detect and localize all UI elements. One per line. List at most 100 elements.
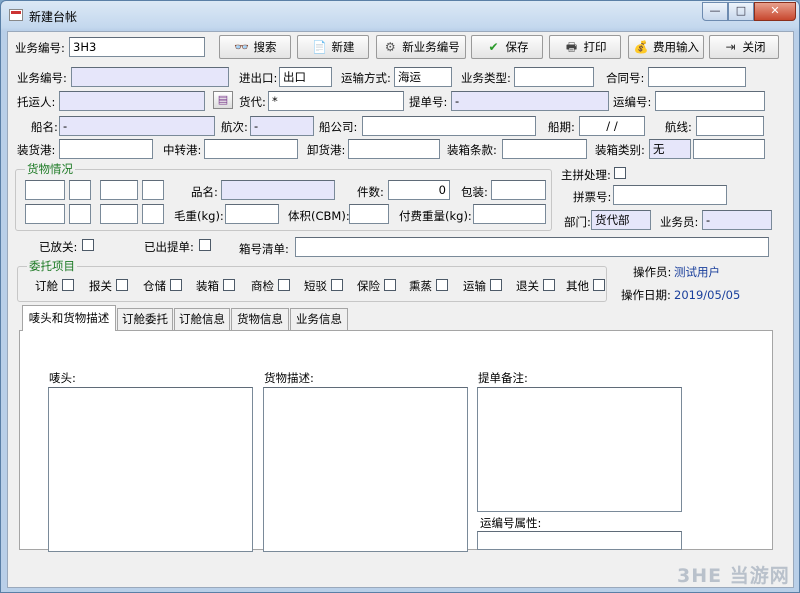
route-label: 航线: bbox=[665, 120, 692, 134]
entrust-item-label: 订舱 bbox=[35, 279, 58, 293]
biz-type-label: 业务类型: bbox=[461, 71, 511, 85]
container-list-field[interactable] bbox=[295, 237, 769, 257]
contact-card-icon[interactable]: ▤ bbox=[213, 91, 233, 109]
entrust-item-checkbox[interactable] bbox=[543, 279, 555, 291]
biz-type-field[interactable] bbox=[514, 67, 594, 87]
close-window-button[interactable]: ✕ bbox=[754, 2, 796, 21]
discharge-port-label: 卸货港: bbox=[307, 143, 346, 157]
entrust-item-label: 熏蒸 bbox=[409, 279, 432, 293]
packing-type-label: 装箱类别: bbox=[595, 143, 645, 157]
cargo-box-3[interactable] bbox=[100, 180, 138, 200]
transit-port-field[interactable] bbox=[204, 139, 298, 159]
cargo-box-5[interactable] bbox=[25, 204, 65, 224]
volume-field[interactable] bbox=[349, 204, 389, 224]
product-name-field[interactable] bbox=[221, 180, 335, 200]
entrust-item-label: 报关 bbox=[89, 279, 112, 293]
cargo-box-8[interactable] bbox=[142, 204, 164, 224]
shipping-co-label: 船公司: bbox=[319, 120, 358, 134]
entrust-item-checkbox[interactable] bbox=[384, 279, 396, 291]
marks-label: 唛头: bbox=[49, 371, 76, 385]
entrust-item-checkbox[interactable] bbox=[278, 279, 290, 291]
transport-attr-field[interactable] bbox=[477, 531, 682, 550]
transit-port-label: 中转港: bbox=[163, 143, 202, 157]
cargo-box-7[interactable] bbox=[100, 204, 138, 224]
voyage-field[interactable]: - bbox=[250, 116, 314, 136]
exit-door-icon: ⇥ bbox=[725, 40, 736, 54]
gears-icon: ⚙ bbox=[384, 40, 396, 54]
entrust-item-label: 装箱 bbox=[196, 279, 219, 293]
shipper-field[interactable] bbox=[59, 91, 205, 111]
bl-no-field[interactable]: - bbox=[451, 91, 609, 111]
transport-field[interactable]: 海运 bbox=[394, 67, 452, 87]
desc-textarea[interactable] bbox=[263, 387, 468, 552]
minimize-button[interactable]: — bbox=[702, 2, 728, 21]
charge-weight-field[interactable] bbox=[473, 204, 546, 224]
import-export-label: 进出口: bbox=[239, 71, 278, 85]
forwarder-field[interactable]: * bbox=[268, 91, 404, 111]
shipping-co-field[interactable] bbox=[362, 116, 536, 136]
sail-date-field[interactable]: / / bbox=[579, 116, 645, 136]
voyage-label: 航次: bbox=[221, 120, 248, 134]
new-button-label: 新建 bbox=[331, 40, 355, 54]
tab-biz-info[interactable]: 业务信息 bbox=[290, 308, 348, 330]
tab-cargo-info[interactable]: 货物信息 bbox=[231, 308, 289, 330]
toolbar-biz-no-input[interactable]: 3H3 bbox=[69, 37, 205, 57]
bl-issued-checkbox[interactable] bbox=[199, 239, 211, 251]
entrust-item-checkbox[interactable] bbox=[170, 279, 182, 291]
vessel-field[interactable]: - bbox=[59, 116, 215, 136]
discharge-port-field[interactable] bbox=[348, 139, 440, 159]
cargo-box-1[interactable] bbox=[25, 180, 65, 200]
packing-label: 包装: bbox=[461, 185, 488, 199]
bl-remark-textarea[interactable] bbox=[477, 387, 682, 512]
consol-ticket-field[interactable] bbox=[613, 185, 727, 205]
title-bar[interactable]: 新建台帐 — □ ✕ bbox=[1, 1, 799, 31]
pieces-field[interactable]: 0 bbox=[388, 180, 450, 200]
released-checkbox[interactable] bbox=[82, 239, 94, 251]
money-bag-icon: 💰 bbox=[633, 40, 649, 54]
tab-booking-entrust[interactable]: 订舱委托 bbox=[117, 308, 173, 330]
sail-date-label: 船期: bbox=[548, 120, 575, 134]
cargo-box-2[interactable] bbox=[69, 180, 91, 200]
entrust-item-checkbox[interactable] bbox=[490, 279, 502, 291]
contract-no-field[interactable] bbox=[648, 67, 746, 87]
entrust-item-checkbox[interactable] bbox=[593, 279, 605, 291]
master-consol-checkbox[interactable] bbox=[614, 167, 626, 179]
transport-no-field[interactable] bbox=[655, 91, 765, 111]
packing-terms-field[interactable] bbox=[502, 139, 587, 159]
search-button[interactable]: 👓 搜索 bbox=[219, 35, 291, 59]
dept-label: 部门: bbox=[564, 215, 591, 229]
entrust-item-checkbox[interactable] bbox=[116, 279, 128, 291]
print-button[interactable]: 🖶 打印 bbox=[549, 35, 621, 59]
entrust-item-checkbox[interactable] bbox=[62, 279, 74, 291]
cargo-box-6[interactable] bbox=[69, 204, 91, 224]
loading-port-label: 装货港: bbox=[17, 143, 56, 157]
fee-input-label: 费用输入 bbox=[653, 40, 699, 54]
cargo-box-4[interactable] bbox=[142, 180, 164, 200]
salesman-field[interactable]: - bbox=[702, 210, 772, 230]
route-field[interactable] bbox=[696, 116, 764, 136]
packing-type-field[interactable]: 无 bbox=[649, 139, 691, 159]
app-window: 新建台帐 — □ ✕ 业务编号: 3H3 👓 搜索 📄 新建 ⚙ 新业务编号 ✔… bbox=[0, 0, 800, 593]
tab-marks-desc[interactable]: 唛头和货物描述 bbox=[22, 305, 116, 331]
toolbar-biz-no-label: 业务编号: bbox=[15, 41, 65, 55]
loading-port-field[interactable] bbox=[59, 139, 153, 159]
entrust-item-checkbox[interactable] bbox=[223, 279, 235, 291]
close-button[interactable]: ⇥ 关闭 bbox=[709, 35, 779, 59]
entrust-item-checkbox[interactable] bbox=[331, 279, 343, 291]
new-biz-no-button[interactable]: ⚙ 新业务编号 bbox=[376, 35, 466, 59]
fee-input-button[interactable]: 💰 费用输入 bbox=[628, 35, 704, 59]
salesman-label: 业务员: bbox=[660, 215, 699, 229]
biz-no-field[interactable] bbox=[71, 67, 229, 87]
packing-field[interactable] bbox=[491, 180, 546, 200]
marks-textarea[interactable] bbox=[48, 387, 253, 552]
import-export-field[interactable]: 出口 bbox=[279, 67, 332, 87]
new-button[interactable]: 📄 新建 bbox=[297, 35, 369, 59]
master-consol-label: 主拼处理: bbox=[561, 168, 611, 182]
entrust-item-checkbox[interactable] bbox=[436, 279, 448, 291]
save-button[interactable]: ✔ 保存 bbox=[471, 35, 543, 59]
gross-weight-field[interactable] bbox=[225, 204, 279, 224]
packing-type-extra-field[interactable] bbox=[693, 139, 765, 159]
tab-booking-info[interactable]: 订舱信息 bbox=[174, 308, 230, 330]
dept-field[interactable]: 货代部 bbox=[591, 210, 651, 230]
maximize-button[interactable]: □ bbox=[728, 2, 754, 21]
